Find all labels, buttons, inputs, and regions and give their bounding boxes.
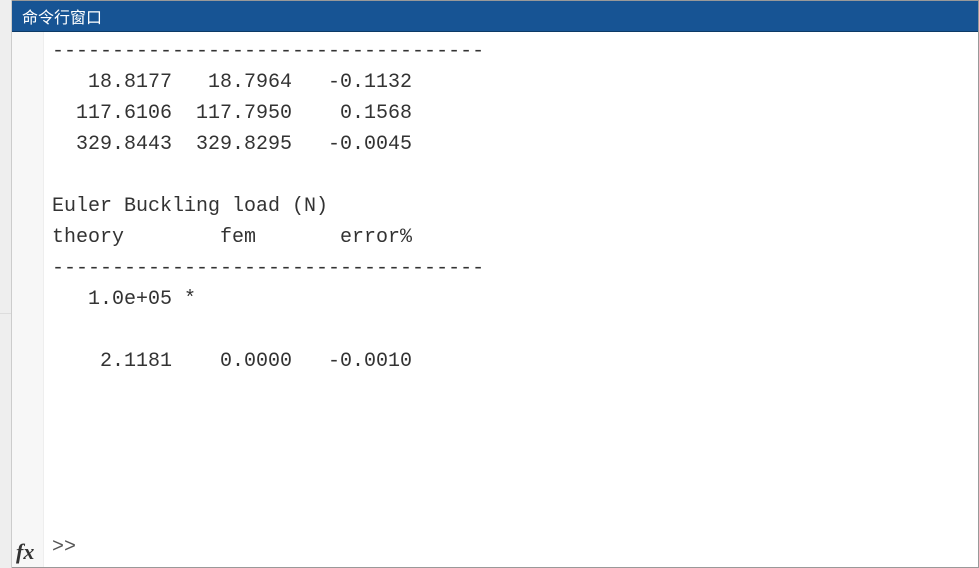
- gutter: fx: [12, 32, 44, 567]
- command-prompt[interactable]: >>: [52, 532, 76, 563]
- command-output[interactable]: ------------------------------------ 18.…: [44, 32, 978, 567]
- title-bar[interactable]: 命令行窗口: [12, 1, 978, 32]
- side-strip: [0, 0, 12, 568]
- command-window: 命令行窗口 fx -------------------------------…: [12, 0, 979, 568]
- side-strip-divider: [0, 313, 11, 314]
- window-title: 命令行窗口: [22, 10, 102, 27]
- content-area: fx ------------------------------------ …: [12, 32, 978, 567]
- fx-icon[interactable]: fx: [16, 539, 34, 565]
- output-text: ------------------------------------ 18.…: [52, 40, 484, 373]
